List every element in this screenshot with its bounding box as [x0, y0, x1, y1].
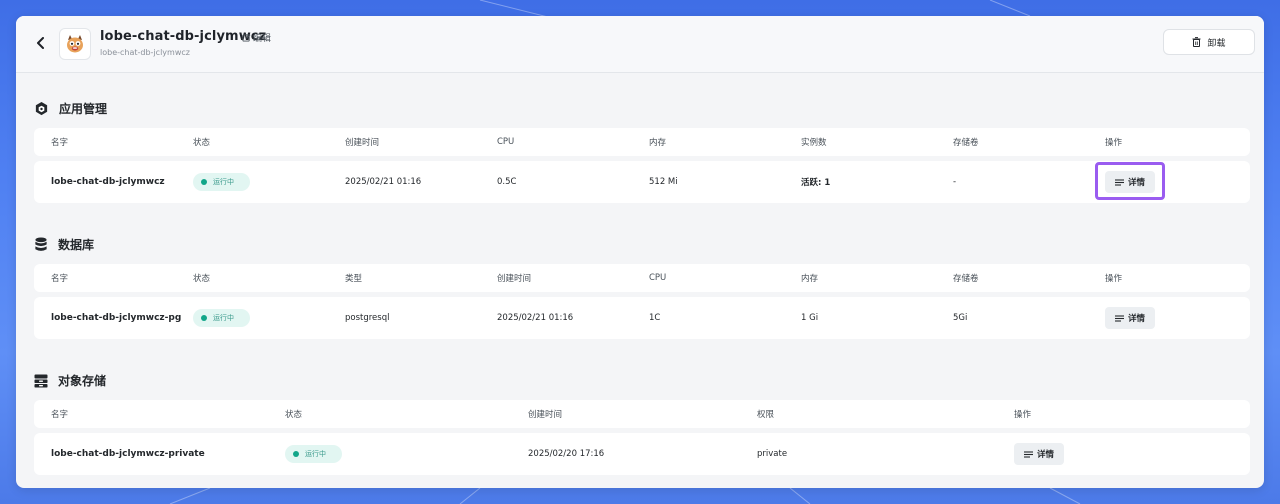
status-cell: 运行中 — [193, 161, 250, 203]
status-label: 运行中 — [305, 450, 326, 458]
col-status: 状态 — [193, 138, 211, 148]
col-created: 创建时间 — [528, 410, 563, 420]
action-cell: 详情 — [1105, 161, 1156, 203]
col-action: 操作 — [1014, 410, 1032, 420]
col-type: 类型 — [345, 274, 363, 284]
storage-detail-button[interactable]: 详情 — [1014, 443, 1065, 465]
col-instances: 实例数 — [801, 138, 827, 148]
database-detail-button[interactable]: 详情 — [1105, 307, 1156, 329]
database-name: lobe-chat-db-jclymwcz-pg — [51, 313, 182, 323]
col-cpu: CPU — [497, 137, 515, 147]
action-cell: 详情 — [1105, 297, 1156, 339]
database-table-header: 名字 状态 类型 创建时间 CPU 内存 存储卷 操作 — [34, 264, 1250, 292]
col-status: 状态 — [285, 410, 303, 420]
trash-icon — [1192, 37, 1201, 47]
table-row: lobe-chat-db-jclymwcz-private 运行中 2025/0… — [34, 433, 1250, 475]
col-cpu: CPU — [649, 273, 667, 283]
created-time: 2025/02/20 17:16 — [528, 449, 605, 459]
memory-value: 1 Gi — [801, 313, 819, 323]
page-header: lobe-chat-db-jclymwcz 编辑 lobe-chat-db-jc… — [16, 16, 1264, 73]
col-permission: 权限 — [757, 410, 775, 420]
created-time: 2025/02/21 01:16 — [345, 177, 422, 187]
chevron-left-icon — [37, 37, 44, 49]
volume-value: 5Gi — [953, 313, 968, 323]
table-row: lobe-chat-db-jclymwcz-pg 运行中 postgresql … — [34, 297, 1250, 339]
detail-label: 详情 — [1128, 314, 1146, 324]
section-database-title: 数据库 — [34, 236, 94, 253]
bucket-name: lobe-chat-db-jclymwcz-private — [51, 449, 205, 459]
col-volume: 存储卷 — [953, 138, 979, 148]
memory-value: 512 Mi — [649, 177, 678, 187]
app-name: lobe-chat-db-jclymwcz — [51, 177, 165, 187]
back-button[interactable] — [32, 34, 50, 52]
section-storage-label: 对象存储 — [58, 374, 107, 388]
col-created: 创建时间 — [345, 138, 380, 148]
section-database-label: 数据库 — [58, 238, 95, 252]
edit-button[interactable]: 编辑 — [242, 31, 271, 44]
instances-value: 活跃: 1 — [801, 178, 831, 188]
col-name: 名字 — [51, 138, 69, 148]
edit-icon — [242, 34, 251, 42]
status-badge: 运行中 — [193, 309, 250, 327]
edit-label: 编辑 — [253, 34, 272, 44]
detail-label: 详情 — [1037, 450, 1055, 460]
status-label: 运行中 — [213, 178, 234, 186]
action-cell: 详情 — [1014, 433, 1065, 475]
status-cell: 运行中 — [193, 297, 250, 339]
database-type: postgresql — [345, 313, 390, 323]
hexagon-icon — [35, 101, 48, 116]
permission-value: private — [757, 449, 788, 459]
status-badge: 运行中 — [193, 173, 250, 191]
col-action: 操作 — [1105, 274, 1123, 284]
storage-table-header: 名字 状态 创建时间 权限 操作 — [34, 400, 1250, 428]
status-dot-icon — [201, 179, 207, 185]
col-name: 名字 — [51, 410, 69, 420]
col-action: 操作 — [1105, 138, 1123, 148]
col-name: 名字 — [51, 274, 69, 284]
volume-value: - — [953, 177, 957, 187]
status-cell: 运行中 — [285, 433, 342, 475]
status-dot-icon — [293, 451, 299, 457]
created-time: 2025/02/21 01:16 — [497, 313, 574, 323]
apps-table-header: 名字 状态 创建时间 CPU 内存 实例数 存储卷 操作 — [34, 128, 1250, 156]
app-detail-panel: lobe-chat-db-jclymwcz 编辑 lobe-chat-db-jc… — [16, 16, 1264, 488]
uninstall-button[interactable]: 卸载 — [1163, 29, 1255, 55]
page-subtitle: lobe-chat-db-jclymwcz — [100, 48, 190, 57]
section-apps-label: 应用管理 — [59, 102, 108, 116]
archive-icon — [34, 374, 48, 387]
monster-avatar-icon — [67, 35, 83, 53]
app-avatar — [59, 28, 91, 60]
list-icon — [1024, 450, 1033, 458]
uninstall-label: 卸载 — [1207, 38, 1226, 49]
database-icon — [35, 237, 47, 251]
app-detail-button[interactable]: 详情 — [1105, 171, 1156, 193]
col-status: 状态 — [193, 274, 211, 284]
list-icon — [1115, 178, 1124, 186]
col-volume: 存储卷 — [953, 274, 979, 284]
status-badge: 运行中 — [285, 445, 342, 463]
table-row: lobe-chat-db-jclymwcz 运行中 2025/02/21 01:… — [34, 161, 1250, 203]
cpu-value: 1C — [649, 313, 661, 323]
col-memory: 内存 — [649, 138, 667, 148]
detail-label: 详情 — [1128, 178, 1146, 188]
section-storage-title: 对象存储 — [34, 372, 106, 389]
list-icon — [1115, 314, 1124, 322]
status-dot-icon — [201, 315, 207, 321]
col-memory: 内存 — [801, 274, 819, 284]
section-apps-title: 应用管理 — [34, 100, 107, 117]
status-label: 运行中 — [213, 314, 234, 322]
col-created: 创建时间 — [497, 274, 532, 284]
cpu-value: 0.5C — [497, 177, 517, 187]
